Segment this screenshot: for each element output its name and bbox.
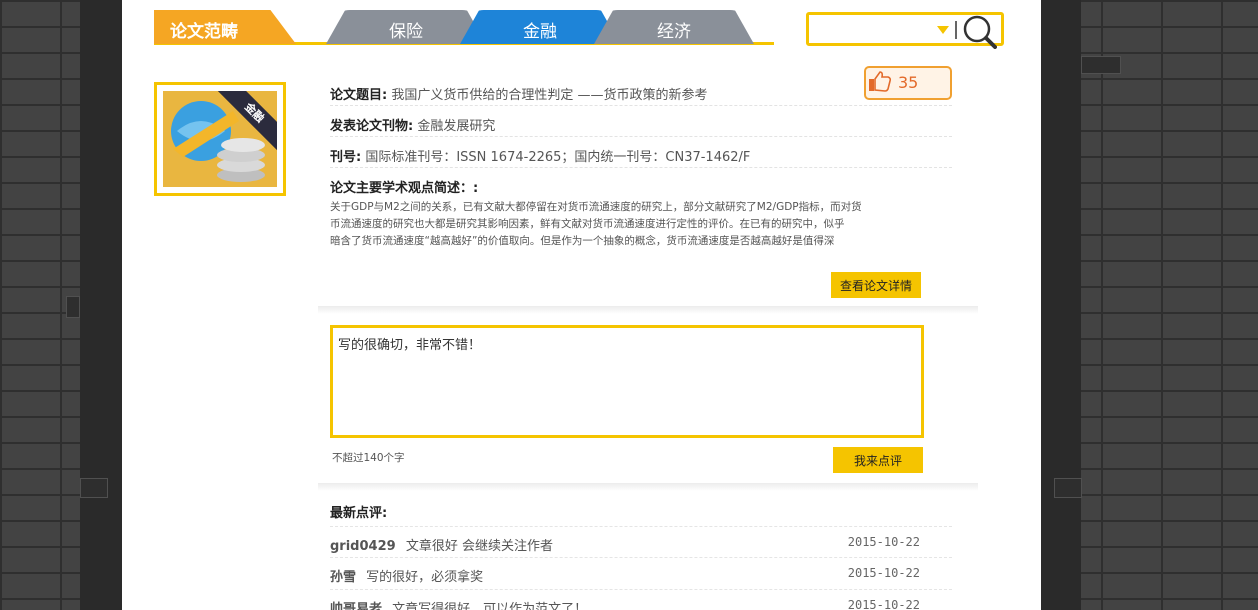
paper-title-row: 论文题目: 我国广义货币供给的合理性判定 ——货币政策的新参考 [330,76,952,106]
wall-block [1081,56,1121,74]
dropdown-arrow-icon[interactable] [937,26,949,34]
nav-brand: 论文范畴 [154,10,296,44]
journal-row: 发表论文刊物: 金融发展研究 [330,107,952,137]
dark-stripe-right [1041,0,1081,610]
section-divider [318,483,978,491]
search-box [806,12,1004,49]
issn-label: 刊号: [330,150,362,165]
review-item: grid0429 文章很好 会继续关注作者 2015-10-22 [330,526,952,558]
search-input[interactable] [814,19,934,39]
review-item: 帅哥易老 文章写得很好，可以作为范文了！ 2015-10-22 [330,590,952,610]
thumbnail-image: 金融 [163,91,277,187]
summary-line: 关于GDP与M2之间的关系，已有文献大都停留在对货币流通速度的研究上，部分文献研… [330,201,862,213]
paper-title: 我国广义货币供给的合理性判定 ——货币政策的新参考 [391,88,708,103]
review-text: 文章很好 会继续关注作者 [405,539,553,554]
summary-line: 币流通速度的研究也大都是研究其影响因素，鲜有文献对货币流通速度进行定性的评价。在… [330,218,845,230]
journal-label: 发表论文刊物: [330,119,414,134]
paper-summary: 关于GDP与M2之间的关系，已有文献大都停留在对货币流通速度的研究上，部分文献研… [330,199,930,250]
tab-insurance[interactable]: 保险 [326,10,486,44]
review-text: 写的很好，必须拿奖 [366,570,484,585]
view-details-button[interactable]: 查看论文详情 [831,272,921,298]
review-date: 2015-10-22 [847,535,920,549]
search-divider [955,21,957,39]
tab-finance[interactable]: 金融 [460,10,620,44]
paper-thumbnail[interactable]: 金融 [154,82,286,196]
summary-label: 论文主要学术观点简述：: [330,181,479,196]
review-item: 孙雪 写的很好，必须拿奖 2015-10-22 [330,558,952,590]
issn-row: 刊号: 国际标准刊号：ISSN 1674-2265；国内统一刊号：CN37-14… [330,138,952,168]
paper-title-label: 论文题目: [330,88,388,103]
review-text: 文章写得很好，可以作为范文了！ [392,602,588,610]
review-author: 帅哥易老 [330,602,383,610]
wall-block [80,478,108,498]
review-author: 孙雪 [330,570,357,585]
wall-block [66,296,80,318]
summary-label-row: 论文主要学术观点简述：: [330,169,952,199]
review-date: 2015-10-22 [847,566,920,580]
summary-line: 暗含了货币流通速度“越高越好”的价值取向。但是作为一个抽象的概念，货币流通速度是… [330,235,835,247]
tab-economy[interactable]: 经济 [594,10,754,44]
search-icon[interactable] [961,13,997,49]
char-limit-hint: 不超过140个字 [332,452,405,464]
review-date: 2015-10-22 [847,598,920,610]
issn-value: 国际标准刊号：ISSN 1674-2265；国内统一刊号：CN37-1462/F [365,150,751,165]
section-divider [318,306,978,314]
main-page: 论文范畴 保险 金融 经济 金融 35 论文题目: 我国广义货币供给的合理性判定… [122,0,1041,610]
submit-review-button[interactable]: 我来点评 [833,447,923,473]
wall-block [1054,478,1082,498]
review-author: grid0429 [330,539,396,554]
dark-stripe-left [80,0,122,610]
comment-textarea[interactable]: 写的很确切，非常不错！ [330,325,924,438]
latest-reviews-label: 最新点评: [330,506,388,521]
journal-name: 金融发展研究 [417,119,496,134]
